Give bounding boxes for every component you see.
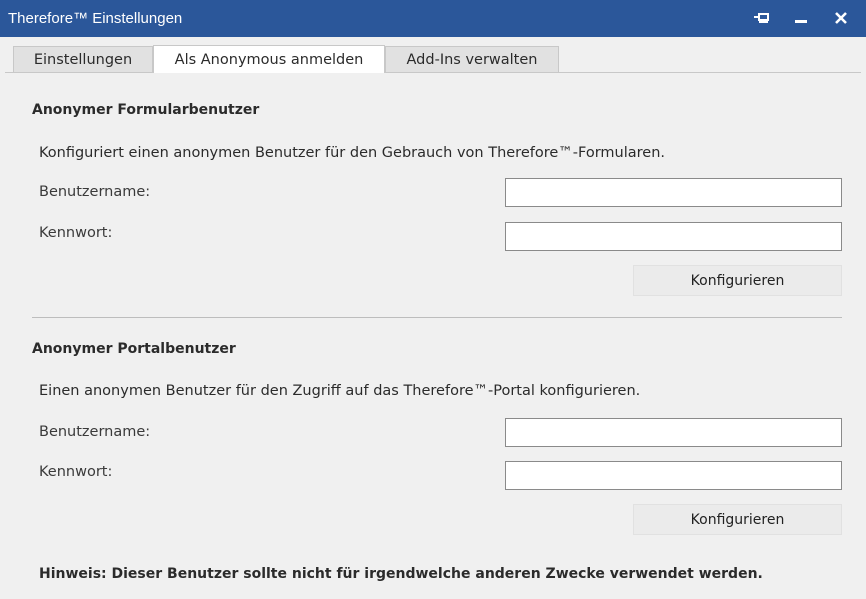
form-user-description: Konfiguriert einen anonymen Benutzer für… [39,145,666,161]
portal-password-label: Kennwort: [39,464,113,480]
form-password-label: Kennwort: [39,225,113,241]
close-button[interactable] [829,6,853,30]
form-user-section-title: Anonymer Formularbenutzer [32,102,260,118]
tab-einstellungen[interactable]: Einstellungen [13,46,153,72]
tab-als-anonymous-anmelden[interactable]: Als Anonymous anmelden [153,45,385,73]
tab-bar: Einstellungen Als Anonymous anmelden Add… [0,37,866,73]
portal-user-description: Einen anonymen Benutzer für den Zugriff … [39,383,641,399]
portal-configure-button[interactable]: Konfigurieren [633,504,842,535]
minimize-icon [795,20,807,23]
portal-username-label: Benutzername: [39,424,151,440]
pin-button[interactable] [750,6,774,30]
minimize-button[interactable] [789,6,813,30]
close-icon [835,12,847,24]
window-title: Therefore™ Einstellungen [8,10,183,27]
title-bar: Therefore™ Einstellungen [0,0,866,37]
form-password-input[interactable] [505,222,842,251]
portal-password-input[interactable] [505,461,842,490]
pin-icon [754,13,769,23]
tab-content: Anonymer Formularbenutzer Konfiguriert e… [5,72,861,599]
portal-username-input[interactable] [505,418,842,447]
portal-user-section-title: Anonymer Portalbenutzer [32,341,236,357]
form-configure-button[interactable]: Konfigurieren [633,265,842,296]
hint-note: Hinweis: Dieser Benutzer sollte nicht fü… [39,566,763,582]
form-username-label: Benutzername: [39,184,151,200]
form-username-input[interactable] [505,178,842,207]
section-divider [32,317,842,318]
tab-add-ins-verwalten[interactable]: Add-Ins verwalten [385,46,559,72]
